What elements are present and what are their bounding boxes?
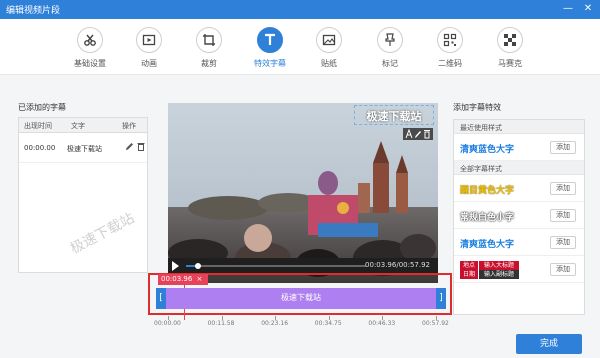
sticker-icon — [316, 27, 342, 53]
ruler-label: 00:57.92 — [422, 320, 449, 327]
row-time: 00:00.00 — [24, 144, 56, 152]
subtitle-clip[interactable]: [ 极速下载站 ] — [156, 288, 446, 309]
animation-icon — [136, 27, 162, 53]
effect-preview-text: 醒目黄色大字 — [460, 186, 515, 196]
effects-panel: 最近使用样式 清爽蓝色大字 添加 全部字幕样式 醒目黄色大字 添加 常规白色小字… — [453, 119, 585, 315]
edit-icon[interactable] — [125, 142, 134, 153]
header-actions: 操作 — [122, 122, 136, 130]
table-row[interactable]: 00:00.00 极速下载站 — [19, 133, 147, 163]
tab-mosaic[interactable]: 马赛克 — [480, 27, 540, 73]
tab-sticker[interactable]: 贴纸 — [299, 27, 359, 73]
subtitle-table-header: 出现时间 文字 操作 — [19, 118, 147, 133]
window-title: 编辑视频片段 — [6, 6, 61, 16]
ruler-label: 00:34.75 — [314, 320, 342, 327]
effect-row[interactable]: 清爽蓝色大字 添加 — [454, 229, 584, 256]
tab-effect-subtitles[interactable]: 特效字幕 — [240, 27, 300, 73]
playback-bar: 00:03.96/00:57.92 — [168, 258, 438, 274]
tab-mark[interactable]: 标记 — [360, 27, 420, 73]
add-button[interactable]: 添加 — [550, 141, 576, 154]
pin-icon — [377, 27, 403, 53]
header-time: 出现时间 — [24, 122, 52, 130]
add-button[interactable]: 添加 — [550, 209, 576, 222]
tab-label: 二维码 — [438, 59, 462, 68]
title-badge-preview: 地点 输入大标题 日期 输入副标题 — [460, 261, 530, 279]
effect-preview-text: 清爽蓝色大字 — [460, 240, 515, 250]
close-icon[interactable]: × — [197, 275, 203, 283]
ruler-label: 00:00.00 — [154, 320, 181, 327]
effect-row[interactable]: 醒目黄色大字 添加 — [454, 175, 584, 202]
video-preview[interactable]: 极速下载站 — [168, 103, 438, 283]
row-text: 极速下载站 — [67, 145, 102, 153]
tab-label: 裁剪 — [201, 59, 217, 68]
overlay-controls — [403, 128, 433, 140]
play-icon[interactable] — [172, 261, 179, 271]
clip-end-handle[interactable]: ] — [436, 288, 446, 309]
seek-handle[interactable] — [195, 263, 202, 269]
badge-date: 日期 — [460, 270, 478, 279]
edit-icon[interactable] — [414, 129, 422, 141]
ruler-label: 00:11.58 — [207, 320, 235, 327]
mosaic-icon — [497, 27, 523, 53]
badge-main: 输入大标题 — [479, 261, 519, 270]
add-button[interactable]: 添加 — [550, 182, 576, 195]
header-text: 文字 — [71, 122, 85, 130]
ruler-label: 00:23.16 — [261, 320, 289, 327]
effect-preview-text: 清爽蓝色大字 — [460, 145, 515, 155]
video-scene — [168, 141, 436, 277]
tab-label: 基础设置 — [74, 59, 106, 68]
tab-label: 特效字幕 — [254, 59, 286, 68]
tab-crop[interactable]: 裁剪 — [179, 27, 239, 73]
tab-label: 马赛克 — [498, 59, 522, 68]
tab-label: 动画 — [141, 59, 157, 68]
tab-label: 标记 — [382, 59, 398, 68]
added-subtitles-title: 已添加的字幕 — [18, 103, 66, 112]
badge-place: 地点 — [460, 261, 478, 270]
subtitle-overlay-text: 极速下载站 — [366, 110, 422, 123]
playback-time: 00:03.96/00:57.92 — [365, 261, 430, 269]
badge-sub: 输入副标题 — [479, 270, 519, 279]
text-icon — [257, 27, 283, 53]
seek-bar[interactable] — [186, 263, 366, 269]
effect-row[interactable]: 清爽蓝色大字 添加 — [454, 134, 584, 161]
feature-toolbar: 基础设置 动画 裁剪 特效字幕 贴纸 标记 二维码 马赛克 — [0, 19, 600, 75]
effect-row[interactable]: 常规白色小字 添加 — [454, 202, 584, 229]
playhead-time-tag[interactable]: 00:03.96 × — [158, 274, 208, 285]
add-button[interactable]: 添加 — [550, 263, 576, 276]
crop-icon — [196, 27, 222, 53]
qrcode-icon — [437, 27, 463, 53]
tab-basic-settings[interactable]: 基础设置 — [60, 27, 120, 73]
tab-animation[interactable]: 动画 — [119, 27, 179, 73]
effect-row[interactable]: 地点 输入大标题 日期 输入副标题 添加 — [454, 256, 584, 283]
playhead-time: 00:03.96 — [161, 275, 193, 283]
ruler-label: 00:46.33 — [368, 320, 396, 327]
effect-preview-text: 常规白色小字 — [460, 213, 515, 223]
all-styles-header: 全部字幕样式 — [454, 161, 584, 175]
text-style-icon[interactable] — [405, 128, 413, 141]
add-button[interactable]: 添加 — [550, 236, 576, 249]
add-effects-title: 添加字幕特效 — [453, 103, 501, 112]
editor-main: 已添加的字幕 出现时间 文字 操作 00:00.00 极速下载站 极速下载站 极… — [0, 75, 600, 358]
recent-styles-header: 最近使用样式 — [454, 120, 584, 134]
minimize-button[interactable]: — — [560, 1, 576, 17]
clip-label: 极速下载站 — [281, 293, 321, 302]
scissors-icon — [77, 27, 103, 53]
title-bar: 编辑视频片段 — ✕ — [0, 0, 600, 19]
watermark-text: 极速下载站 — [67, 210, 138, 258]
delete-icon[interactable] — [423, 129, 431, 141]
subtitle-overlay-box[interactable]: 极速下载站 — [354, 105, 434, 125]
done-button[interactable]: 完成 — [516, 334, 582, 354]
delete-icon[interactable] — [137, 142, 145, 153]
close-button[interactable]: ✕ — [580, 1, 596, 17]
tab-label: 贴纸 — [321, 59, 337, 68]
subtitle-table: 出现时间 文字 操作 00:00.00 极速下载站 极速下载站 — [18, 117, 148, 273]
tab-qrcode[interactable]: 二维码 — [420, 27, 480, 73]
